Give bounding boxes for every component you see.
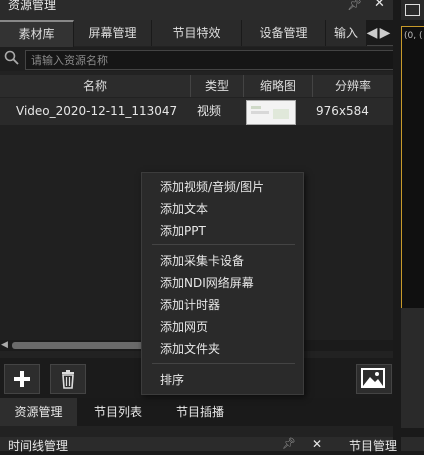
menu-item-add-text[interactable]: 添加文本 [160,199,208,219]
tab-input[interactable]: 输入 [326,20,367,46]
menu-item-add-folder[interactable]: 添加文件夹 [160,339,220,359]
image-icon [361,368,385,388]
timeline-close-icon[interactable]: ✕ [312,437,322,451]
image-view-button[interactable] [356,364,392,394]
preview-scroll-area [401,308,424,428]
menu-item-add-ppt[interactable]: 添加PPT [160,221,206,241]
preview-canvas[interactable]: (0, ( [401,26,424,310]
search-icon [4,50,19,65]
add-resource-button[interactable] [4,364,40,394]
column-header-type[interactable]: 类型 [191,75,244,97]
cell-name: Video_2020-12-11_113047 [16,104,178,118]
column-header-resolution[interactable]: 分辨率 [313,75,393,97]
resource-tabs: 素材库 屏幕管理 节目特效 设备管理 输入 ◀ ▶ [0,20,393,48]
context-menu: 添加视频/音频/图片 添加文本 添加PPT 添加采集卡设备 添加NDI网络屏幕 … [141,172,304,395]
monitor-icon [405,4,420,16]
menu-item-add-timer[interactable]: 添加计时器 [160,295,220,315]
program-management-titlebar: 节目管理 [349,437,424,453]
delete-resource-button[interactable] [50,364,86,394]
tab-device-management[interactable]: 设备管理 [242,20,326,46]
panel-title: 资源管理 [8,0,57,12]
close-icon[interactable]: ✕ [374,0,385,11]
tab-material-library[interactable]: 素材库 [0,20,74,48]
cell-type: 视频 [197,104,222,118]
tab-scroll-left-icon[interactable]: ◀ [366,23,378,43]
timeline-pin-icon[interactable]: 📌︎ [282,437,296,450]
column-header-thumbnail[interactable]: 缩略图 [244,75,313,97]
menu-item-add-capture-device[interactable]: 添加采集卡设备 [160,251,244,271]
plus-icon [14,371,30,387]
tab-program-insert[interactable]: 节目插播 [159,398,241,426]
tab-program-effects[interactable]: 节目特效 [152,20,242,46]
program-management-title: 节目管理 [349,439,398,453]
menu-separator [152,363,295,364]
tab-scroll-right-icon[interactable]: ▶ [379,23,391,43]
menu-item-add-webpage[interactable]: 添加网页 [160,317,208,337]
coordinate-readout: (0, ( [404,31,423,41]
tab-screen-management[interactable]: 屏幕管理 [74,20,152,46]
tab-resource-management[interactable]: 资源管理 [0,398,77,426]
resource-panel-titlebar: 资源管理 📌︎ ✕ [0,0,393,20]
timeline-panel-titlebar: 时间线管理 📌︎ ✕ [0,437,393,453]
panel-bottom-tabs: 资源管理 节目列表 节目插播 [0,398,393,426]
menu-item-add-ndi-screen[interactable]: 添加NDI网络屏幕 [160,273,254,293]
column-header-name[interactable]: 名称 [0,75,191,97]
pin-icon[interactable]: 📌︎ [347,0,362,11]
table-header: 名称 类型 缩略图 分辨率 [0,75,393,97]
monitor-button[interactable] [401,0,424,20]
search-input[interactable] [25,50,403,70]
table-row[interactable]: Video_2020-12-11_113047 视频 976x584 [0,98,393,125]
tab-program-list[interactable]: 节目列表 [78,398,158,426]
trash-icon [62,370,74,389]
menu-item-sort[interactable]: 排序 [160,370,184,390]
cell-resolution: 976x584 [316,104,369,118]
menu-separator [152,244,295,245]
scroll-left-icon[interactable]: ◀ [1,340,8,351]
preview-panel: (0, ( 节目管理 [349,0,424,453]
menu-item-add-media[interactable]: 添加视频/音频/图片 [160,177,264,197]
search-row [0,47,403,71]
timeline-title: 时间线管理 [8,439,69,453]
video-thumbnail [246,100,296,125]
